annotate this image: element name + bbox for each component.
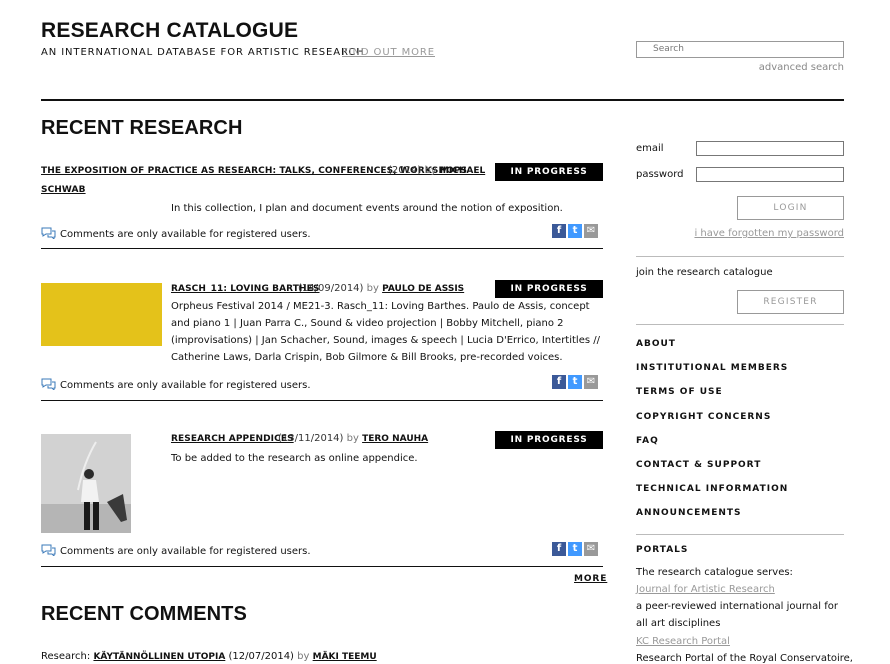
entry-by: by — [424, 165, 437, 176]
email-label: email — [636, 143, 664, 154]
more-link[interactable]: MORE — [574, 574, 607, 584]
twitter-icon[interactable]: t — [568, 375, 582, 389]
facebook-icon[interactable]: f — [552, 224, 566, 238]
journal-link[interactable]: Journal for Artistic Research — [636, 581, 775, 598]
comment-by: by — [297, 651, 310, 662]
comment-date: (12/07/2014) — [228, 651, 294, 662]
password-field[interactable] — [696, 167, 844, 182]
status-badge: IN PROGRESS — [495, 431, 603, 449]
research-entry-meta: (14/09/2014) by PAULO DE ASSIS — [298, 283, 464, 294]
nav-item-institutional-members[interactable]: INSTITUTIONAL MEMBERS — [636, 361, 788, 385]
nav-item-about[interactable]: ABOUT — [636, 337, 788, 361]
kc-portal-description: Research Portal of the Royal Conservatoi… — [636, 653, 853, 664]
nav-item-technical-information[interactable]: TECHNICAL INFORMATION — [636, 482, 788, 506]
sidebar-divider — [636, 534, 844, 535]
join-text: join the research catalogue — [636, 267, 773, 278]
recent-comments-heading: RECENT COMMENTS — [41, 603, 247, 625]
research-entry-description: Orpheus Festival 2014 / ME21-3. Rasch_11… — [171, 301, 600, 363]
login-button[interactable]: LOGIN — [737, 196, 844, 220]
sidebar-divider — [636, 324, 844, 325]
advanced-search-link[interactable]: advanced search — [759, 62, 844, 73]
entry-by: by — [366, 283, 379, 294]
research-entry-meta: (2014) by MICHAEL — [388, 165, 485, 176]
password-label: password — [636, 169, 684, 180]
research-entry-meta: (13/11/2014) by TERO NAUHA — [278, 433, 428, 444]
site-title[interactable]: RESEARCH CATALOGUE — [41, 19, 298, 43]
twitter-icon[interactable]: t — [568, 542, 582, 556]
comments-note: Comments are only available for register… — [41, 544, 311, 559]
research-entry-description: In this collection, I plan and document … — [171, 203, 563, 214]
comments-text: Comments are only available for register… — [60, 546, 311, 557]
status-badge: IN PROGRESS — [495, 280, 603, 298]
entry-by: by — [346, 433, 359, 444]
search-input[interactable]: Search — [636, 41, 844, 58]
author-link[interactable]: MICHAEL — [440, 166, 485, 176]
portals-intro: The research catalogue serves: — [636, 567, 793, 578]
nav-item-announcements[interactable]: ANNOUNCEMENTS — [636, 506, 788, 530]
mail-icon[interactable]: ✉ — [584, 542, 598, 556]
sidebar-nav: ABOUT INSTITUTIONAL MEMBERS TERMS OF USE… — [636, 337, 788, 531]
author-link[interactable]: PAULO DE ASSIS — [382, 284, 464, 294]
comments-text: Comments are only available for register… — [60, 229, 311, 240]
register-button[interactable]: REGISTER — [737, 290, 844, 314]
comment-prefix: Research: — [41, 651, 91, 662]
research-entry-description: To be added to the research as online ap… — [171, 453, 418, 464]
entry-date: (14/09/2014) — [298, 283, 364, 294]
find-out-more-link[interactable]: FIND OUT MORE — [342, 47, 435, 58]
comment-research-link[interactable]: KÄYTÄNNÖLLINEN UTOPIA — [93, 652, 225, 662]
share-buttons: f t ✉ — [552, 542, 598, 556]
comment-bubble-icon — [41, 227, 56, 242]
email-field[interactable] — [696, 141, 844, 156]
nav-item-terms-of-use[interactable]: TERMS OF USE — [636, 385, 788, 409]
status-badge: IN PROGRESS — [495, 163, 603, 181]
nav-item-contact-support[interactable]: CONTACT & SUPPORT — [636, 458, 788, 482]
research-thumbnail[interactable] — [41, 434, 131, 533]
comment-author-link[interactable]: MÄKI TEEMU — [313, 652, 377, 662]
nav-item-faq[interactable]: FAQ — [636, 434, 788, 458]
entry-date: (13/11/2014) — [278, 433, 344, 444]
entry-divider — [41, 400, 603, 401]
recent-comment-item: Research: KÄYTÄNNÖLLINEN UTOPIA (12/07/2… — [41, 651, 377, 662]
facebook-icon[interactable]: f — [552, 375, 566, 389]
recent-research-heading: RECENT RESEARCH — [41, 117, 243, 139]
entry-date: (2014) — [388, 165, 422, 176]
comment-bubble-icon — [41, 378, 56, 393]
research-entry-title[interactable]: RESEARCH APPENDICES — [171, 434, 294, 444]
header-divider — [41, 99, 844, 101]
comments-note: Comments are only available for register… — [41, 227, 311, 242]
mail-icon[interactable]: ✉ — [584, 375, 598, 389]
twitter-icon[interactable]: t — [568, 224, 582, 238]
comment-bubble-icon — [41, 544, 56, 559]
entry-divider — [41, 566, 603, 567]
forgot-password-link[interactable]: i have forgotten my password — [694, 228, 844, 239]
nav-item-copyright-concerns[interactable]: COPYRIGHT CONCERNS — [636, 410, 788, 434]
comments-note: Comments are only available for register… — [41, 378, 311, 393]
facebook-icon[interactable]: f — [552, 542, 566, 556]
author-link[interactable]: SCHWAB — [41, 185, 86, 195]
entry-divider — [41, 248, 603, 249]
author-link[interactable]: TERO NAUHA — [362, 434, 428, 444]
comments-text: Comments are only available for register… — [60, 380, 311, 391]
share-buttons: f t ✉ — [552, 375, 598, 389]
mail-icon[interactable]: ✉ — [584, 224, 598, 238]
site-subtitle: AN INTERNATIONAL DATABASE FOR ARTISTIC R… — [41, 47, 365, 58]
sidebar-divider — [636, 256, 844, 257]
journal-description: a peer-reviewed international journal fo… — [636, 601, 838, 629]
share-buttons: f t ✉ — [552, 224, 598, 238]
kc-portal-link[interactable]: KC Research Portal — [636, 633, 730, 650]
portals-heading: PORTALS — [636, 545, 689, 555]
research-thumbnail[interactable] — [41, 283, 162, 346]
